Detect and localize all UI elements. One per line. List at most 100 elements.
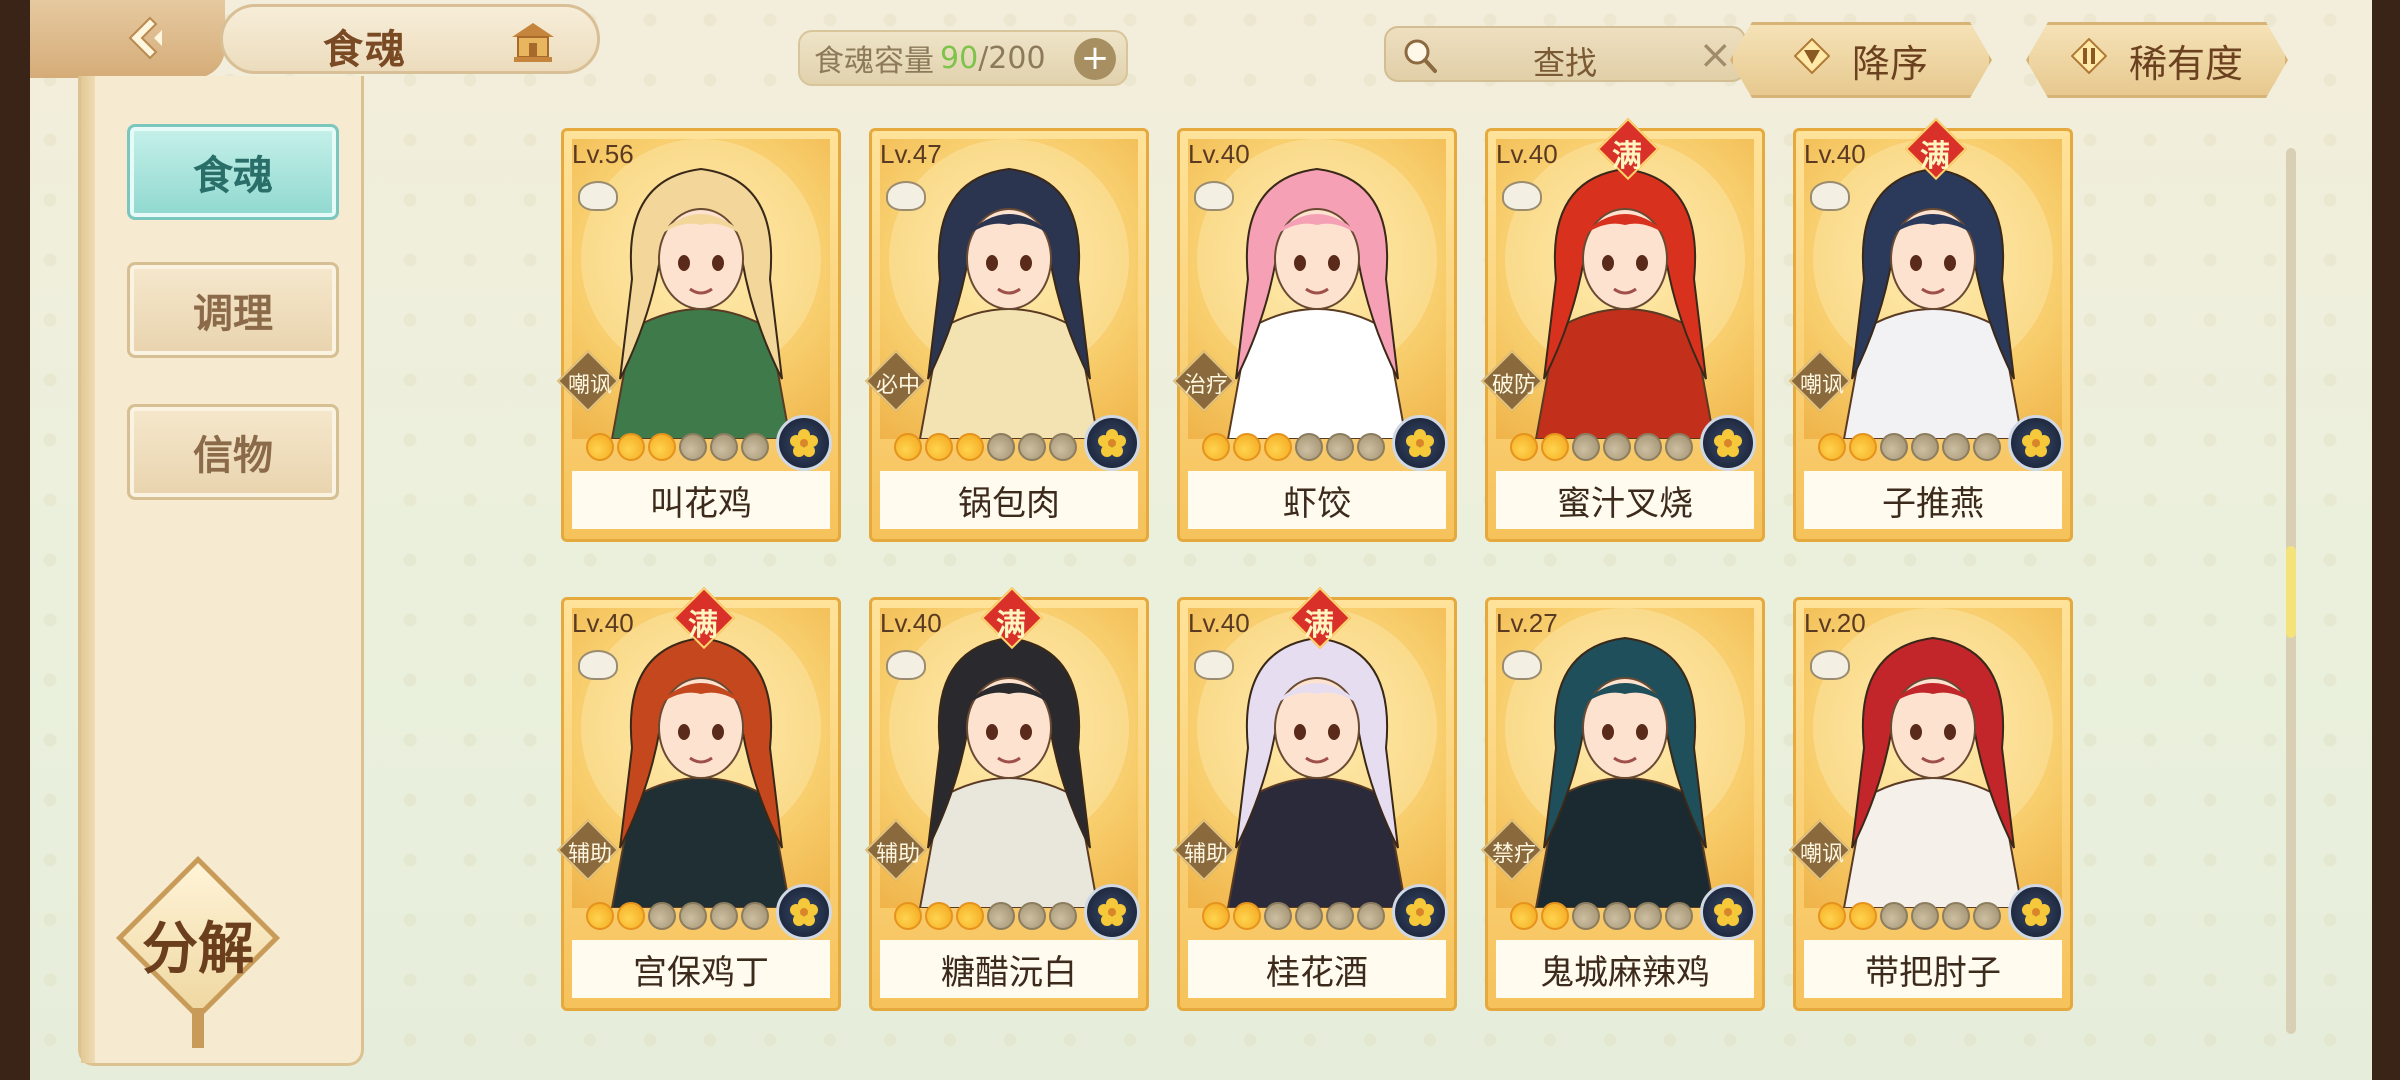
- flower-icon: [1098, 898, 1126, 926]
- bowl-icon: [1194, 181, 1234, 211]
- food-soul-card[interactable]: Lv.20 嘲讽 带把肘子: [1788, 597, 2073, 1011]
- tab-cooking[interactable]: 调理: [127, 262, 339, 358]
- rarity-badge: [776, 884, 832, 940]
- food-soul-card[interactable]: Lv.40 满 破防 蜜汁叉烧: [1480, 117, 1765, 542]
- triangle-down-icon: [1794, 38, 1830, 83]
- star-empty-icon: [1018, 433, 1046, 461]
- role-label: 破防: [1491, 373, 1536, 398]
- back-arrow-icon: [128, 16, 162, 60]
- role-label: 辅助: [875, 842, 920, 867]
- rarity-badge: [2008, 884, 2064, 940]
- food-soul-card[interactable]: Lv.47 必中 锅包肉: [864, 128, 1149, 542]
- role-tag: 辅助: [1172, 818, 1238, 882]
- flower-icon: [1714, 898, 1742, 926]
- flower-icon: [790, 429, 818, 457]
- star-filled-icon: [1202, 902, 1230, 930]
- star-empty-icon: [710, 902, 738, 930]
- sort-key-label: 稀有度: [2128, 41, 2243, 86]
- star-empty-icon: [1018, 902, 1046, 930]
- close-icon[interactable]: ×: [1698, 32, 1732, 78]
- food-soul-card[interactable]: Lv.40 满 辅助 桂花酒: [1172, 586, 1457, 1011]
- star-empty-icon: [987, 902, 1015, 930]
- character-name: 宫保鸡丁: [572, 940, 830, 998]
- bowl-icon: [1810, 650, 1850, 680]
- star-empty-icon: [1880, 902, 1908, 930]
- plus-icon: +: [1080, 38, 1110, 78]
- star-rating: [1202, 902, 1385, 932]
- star-empty-icon: [1880, 433, 1908, 461]
- home-icon[interactable]: [508, 21, 558, 65]
- role-label: 禁疗: [1491, 842, 1536, 867]
- star-filled-icon: [925, 433, 953, 461]
- food-soul-card[interactable]: Lv.40 满 辅助 宫保鸡丁: [556, 586, 841, 1011]
- star-empty-icon: [1942, 433, 1970, 461]
- star-empty-icon: [679, 902, 707, 930]
- sort-order-button[interactable]: 降序: [1730, 22, 1992, 98]
- role-tag: 辅助: [556, 818, 622, 882]
- rarity-badge: [1084, 884, 1140, 940]
- star-empty-icon: [1603, 902, 1631, 930]
- page-title: 食魂: [323, 26, 407, 73]
- capacity-current: 90: [940, 40, 979, 76]
- add-capacity-button[interactable]: +: [1074, 38, 1116, 80]
- capacity-max: /200: [978, 40, 1046, 76]
- star-filled-icon: [1818, 433, 1846, 461]
- star-empty-icon: [1326, 433, 1354, 461]
- tab-food-souls[interactable]: 食魂: [127, 124, 339, 220]
- star-empty-icon: [1357, 433, 1385, 461]
- level-label: Lv.40: [572, 608, 634, 638]
- star-rating: [894, 433, 1077, 463]
- character-name: 虾饺: [1188, 471, 1446, 529]
- star-filled-icon: [1202, 433, 1230, 461]
- food-soul-card[interactable]: Lv.40 满 嘲讽 子推燕: [1788, 117, 2073, 542]
- star-filled-icon: [586, 902, 614, 930]
- tab-tokens[interactable]: 信物: [127, 404, 339, 500]
- search-field[interactable]: 查找 ×: [1384, 26, 1746, 82]
- bowl-icon: [1810, 181, 1850, 211]
- star-rating: [1818, 902, 2001, 932]
- scrollbar-thumb[interactable]: [2286, 546, 2296, 638]
- game-screen: 食魂 食魂容量 90 /200 + 查找 × 降序 稀有度 食魂 调理 信物 分…: [30, 0, 2372, 1080]
- sort-key-button[interactable]: 稀有度: [2026, 22, 2288, 98]
- character-name: 子推燕: [1804, 471, 2062, 529]
- bowl-icon: [1502, 181, 1542, 211]
- star-filled-icon: [894, 433, 922, 461]
- max-level-label: 满: [688, 608, 718, 643]
- role-tag: 辅助: [864, 818, 930, 882]
- sort-order-label: 降序: [1851, 41, 1928, 86]
- star-rating: [1510, 433, 1693, 463]
- star-rating: [894, 902, 1077, 932]
- star-empty-icon: [1973, 433, 2001, 461]
- back-button[interactable]: [110, 6, 178, 70]
- role-tag: 嘲讽: [1788, 349, 1854, 413]
- star-empty-icon: [1665, 902, 1693, 930]
- food-soul-card[interactable]: Lv.40 治疗 虾饺: [1172, 128, 1457, 542]
- search-label: 查找: [1532, 44, 1597, 82]
- star-rating: [1510, 902, 1693, 932]
- character-name: 糖醋沅白: [880, 940, 1138, 998]
- star-empty-icon: [1049, 433, 1077, 461]
- decompose-button[interactable]: 分解: [115, 855, 281, 1048]
- food-soul-card[interactable]: Lv.27 禁疗 鬼城麻辣鸡: [1480, 597, 1765, 1011]
- star-rating: [1202, 433, 1385, 463]
- star-empty-icon: [1634, 902, 1662, 930]
- star-empty-icon: [1572, 902, 1600, 930]
- sort-toggle-icon: [2071, 38, 2107, 83]
- food-soul-card[interactable]: Lv.56 嘲讽 叫花鸡: [556, 128, 841, 542]
- level-label: Lv.40: [1804, 139, 1866, 169]
- rarity-badge: [1700, 415, 1756, 471]
- star-empty-icon: [1911, 902, 1939, 930]
- role-label: 嘲讽: [1799, 842, 1844, 867]
- bowl-icon: [578, 181, 618, 211]
- level-label: Lv.40: [1496, 139, 1558, 169]
- star-empty-icon: [1942, 902, 1970, 930]
- level-label: Lv.47: [880, 139, 942, 169]
- star-empty-icon: [1357, 902, 1385, 930]
- star-filled-icon: [1541, 433, 1569, 461]
- role-tag: 嘲讽: [1788, 818, 1854, 882]
- star-empty-icon: [741, 902, 769, 930]
- food-soul-card[interactable]: Lv.40 满 辅助 糖醋沅白: [864, 586, 1149, 1011]
- role-tag: 嘲讽: [556, 349, 622, 413]
- star-filled-icon: [1233, 433, 1261, 461]
- star-empty-icon: [1264, 902, 1292, 930]
